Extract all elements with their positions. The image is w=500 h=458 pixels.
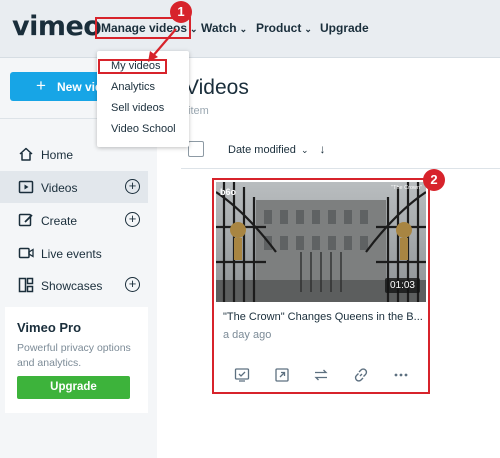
sidebar-item-label: Home — [41, 148, 74, 162]
nav-watch-label: Watch — [201, 21, 237, 35]
transfer-icon[interactable] — [313, 367, 329, 383]
add-video-icon[interactable]: + — [125, 179, 140, 194]
upgrade-button[interactable]: Upgrade — [17, 376, 130, 399]
nav-watch[interactable]: Watch ⌄ — [201, 21, 247, 35]
sidebar-item-label: Videos — [41, 181, 78, 195]
sidebar-item-label: Live events — [41, 247, 102, 261]
videos-icon — [18, 180, 34, 194]
main-content: Videos item Date modified ⌄ ↓ b6o "The C… — [157, 58, 500, 458]
thumbnail-title-tag: "The Crown" — [391, 185, 422, 191]
sidebar-item-label: Showcases — [41, 279, 103, 293]
top-navbar: vimeo Manage videos ⌄ Watch ⌄ Product ⌄ Upg… — [0, 0, 500, 58]
home-icon — [19, 147, 33, 161]
plus-icon: + — [36, 76, 46, 95]
more-icon[interactable] — [393, 367, 409, 383]
thumbnail-channel-tag: b6o — [220, 187, 237, 197]
video-card[interactable]: b6o "The Crown" 01:03 "The Crown" Change… — [212, 178, 430, 394]
showcases-icon — [18, 277, 34, 293]
sidebar-item-label: Create — [41, 214, 78, 228]
sidebar-item-create[interactable]: Create + — [0, 204, 148, 236]
dropdown-item-analytics[interactable]: Analytics — [111, 81, 155, 93]
pro-title: Vimeo Pro — [17, 320, 82, 335]
nav-product-label: Product — [256, 21, 302, 35]
add-create-icon[interactable]: + — [125, 212, 140, 227]
chevron-down-icon: ⌄ — [239, 24, 248, 34]
video-actions — [214, 364, 428, 388]
sidebar-item-videos[interactable]: Videos + — [0, 171, 148, 203]
page-title: Videos — [185, 76, 249, 99]
annotation-badge-1: 1 — [170, 1, 192, 23]
nav-upgrade[interactable]: Upgrade — [320, 21, 369, 35]
video-thumbnail[interactable]: b6o "The Crown" 01:03 — [216, 182, 426, 302]
live-events-icon — [18, 247, 34, 259]
sort-label: Date modified — [228, 144, 296, 156]
video-title[interactable]: "The Crown" Changes Queens in the B... — [223, 311, 423, 323]
link-icon[interactable] — [353, 367, 369, 383]
chevron-down-icon: ⌄ — [190, 24, 198, 34]
pro-description: Powerful privacy options and analytics. — [17, 342, 131, 369]
dropdown-item-sell-videos[interactable]: Sell videos — [111, 102, 164, 114]
add-showcase-icon[interactable]: + — [125, 277, 140, 292]
create-icon — [18, 213, 33, 227]
chevron-down-icon: ⌄ — [300, 145, 309, 155]
chevron-down-icon: ⌄ — [304, 24, 312, 34]
sort-direction-icon[interactable]: ↓ — [320, 142, 326, 156]
review-icon[interactable] — [234, 367, 250, 383]
divider — [181, 168, 500, 169]
vimeo-pro-card: Vimeo Pro Powerful privacy options and a… — [5, 307, 148, 413]
annotation-badge-2: 2 — [423, 169, 445, 191]
nav-product[interactable]: Product ⌄ — [256, 21, 312, 35]
sort-dropdown[interactable]: Date modified ⌄ ↓ — [228, 142, 326, 156]
dropdown-item-video-school[interactable]: Video School — [111, 123, 176, 135]
share-icon[interactable] — [274, 367, 290, 383]
sidebar-item-showcases[interactable]: Showcases + — [0, 269, 148, 301]
item-count: item — [188, 105, 209, 117]
video-duration: 01:03 — [384, 278, 420, 293]
sidebar-item-live-events[interactable]: Live events — [0, 237, 148, 269]
select-all-checkbox[interactable] — [188, 141, 204, 157]
vimeo-logo[interactable]: vimeo — [12, 11, 102, 42]
video-date: a day ago — [223, 329, 272, 341]
annotation-arrow — [148, 28, 177, 62]
